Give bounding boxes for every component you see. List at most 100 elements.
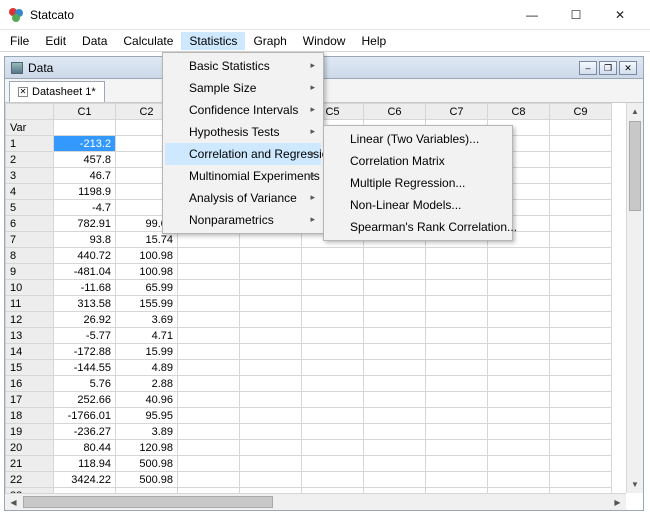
data-cell[interactable] (426, 296, 488, 312)
stats-menu-item[interactable]: Multinomial Experiments▸ (165, 165, 321, 187)
data-cell[interactable] (426, 456, 488, 472)
data-cell[interactable] (178, 392, 240, 408)
data-cell[interactable] (426, 392, 488, 408)
data-cell[interactable] (550, 248, 612, 264)
data-cell[interactable] (550, 408, 612, 424)
data-cell[interactable]: 3424.22 (54, 472, 116, 488)
column-header[interactable]: C7 (426, 104, 488, 120)
data-cell[interactable] (302, 248, 364, 264)
row-header[interactable]: 21 (6, 456, 54, 472)
data-cell[interactable] (488, 440, 550, 456)
data-cell[interactable] (178, 360, 240, 376)
data-cell[interactable] (550, 344, 612, 360)
data-cell[interactable] (426, 440, 488, 456)
data-cell[interactable] (178, 376, 240, 392)
data-cell[interactable] (550, 456, 612, 472)
data-cell[interactable] (240, 328, 302, 344)
data-cell[interactable] (178, 312, 240, 328)
data-cell[interactable] (364, 392, 426, 408)
data-cell[interactable] (426, 376, 488, 392)
data-cell[interactable] (240, 392, 302, 408)
data-cell[interactable] (240, 312, 302, 328)
data-cell[interactable] (488, 376, 550, 392)
data-cell[interactable]: -1766.01 (54, 408, 116, 424)
data-cell[interactable]: 118.94 (54, 456, 116, 472)
data-cell[interactable] (488, 456, 550, 472)
data-cell[interactable] (302, 296, 364, 312)
menu-graph[interactable]: Graph (245, 32, 294, 50)
data-cell[interactable] (178, 280, 240, 296)
data-cell[interactable] (240, 280, 302, 296)
stats-menu-item[interactable]: Confidence Intervals▸ (165, 99, 321, 121)
row-header[interactable]: 12 (6, 312, 54, 328)
row-header[interactable]: 10 (6, 280, 54, 296)
data-cell[interactable] (302, 376, 364, 392)
data-cell[interactable] (364, 360, 426, 376)
data-cell[interactable]: 40.96 (116, 392, 178, 408)
corr-menu-item[interactable]: Linear (Two Variables)... (326, 128, 510, 150)
data-cell[interactable] (240, 408, 302, 424)
close-button[interactable]: ✕ (598, 0, 642, 30)
statistics-menu[interactable]: Basic Statistics▸Sample Size▸Confidence … (162, 52, 324, 234)
data-cell[interactable]: 782.91 (54, 216, 116, 232)
grid-corner[interactable] (6, 104, 54, 120)
data-cell[interactable]: 440.72 (54, 248, 116, 264)
correlation-regression-submenu[interactable]: Linear (Two Variables)...Correlation Mat… (323, 125, 513, 241)
data-cell[interactable] (364, 312, 426, 328)
data-cell[interactable] (364, 408, 426, 424)
maximize-button[interactable]: ☐ (554, 0, 598, 30)
data-cell[interactable] (364, 280, 426, 296)
stats-menu-item[interactable]: Correlation and Regression▸ (165, 143, 321, 165)
data-cell[interactable]: 93.8 (54, 232, 116, 248)
data-cell[interactable] (488, 264, 550, 280)
data-cell[interactable]: 1198.9 (54, 184, 116, 200)
data-cell[interactable]: 500.98 (116, 472, 178, 488)
data-cell[interactable]: 95.95 (116, 408, 178, 424)
data-cell[interactable] (550, 424, 612, 440)
data-cell[interactable] (240, 440, 302, 456)
data-cell[interactable] (364, 440, 426, 456)
data-window-maximize-button[interactable]: ❐ (599, 61, 617, 75)
data-cell[interactable]: 3.69 (116, 312, 178, 328)
data-cell[interactable] (488, 328, 550, 344)
scroll-up-icon[interactable]: ▲ (627, 103, 643, 120)
stats-menu-item[interactable]: Sample Size▸ (165, 77, 321, 99)
data-cell[interactable] (178, 296, 240, 312)
menu-edit[interactable]: Edit (37, 32, 74, 50)
row-header[interactable]: 22 (6, 472, 54, 488)
data-cell[interactable] (302, 264, 364, 280)
scroll-down-icon[interactable]: ▼ (627, 476, 643, 493)
row-header[interactable]: 3 (6, 168, 54, 184)
row-header[interactable]: 17 (6, 392, 54, 408)
data-cell[interactable]: 457.8 (54, 152, 116, 168)
data-cell[interactable]: 26.92 (54, 312, 116, 328)
data-cell[interactable] (488, 360, 550, 376)
data-cell[interactable] (178, 440, 240, 456)
row-header[interactable]: 4 (6, 184, 54, 200)
menu-calculate[interactable]: Calculate (115, 32, 181, 50)
data-cell[interactable]: 5.76 (54, 376, 116, 392)
data-cell[interactable] (426, 408, 488, 424)
data-cell[interactable] (302, 424, 364, 440)
data-cell[interactable] (550, 184, 612, 200)
corr-menu-item[interactable]: Non-Linear Models... (326, 194, 510, 216)
data-window-minimize-button[interactable]: – (579, 61, 597, 75)
stats-menu-item[interactable]: Analysis of Variance▸ (165, 187, 321, 209)
data-cell[interactable] (550, 440, 612, 456)
data-cell[interactable] (302, 408, 364, 424)
data-cell[interactable] (302, 392, 364, 408)
stats-menu-item[interactable]: Basic Statistics▸ (165, 55, 321, 77)
data-cell[interactable] (364, 472, 426, 488)
row-header[interactable]: 13 (6, 328, 54, 344)
data-cell[interactable] (364, 296, 426, 312)
data-cell[interactable] (240, 264, 302, 280)
var-name-cell[interactable] (54, 120, 116, 136)
data-cell[interactable]: -144.55 (54, 360, 116, 376)
data-cell[interactable] (364, 264, 426, 280)
data-cell[interactable]: 80.44 (54, 440, 116, 456)
data-cell[interactable]: 65.99 (116, 280, 178, 296)
row-header[interactable]: 6 (6, 216, 54, 232)
data-cell[interactable] (426, 328, 488, 344)
data-cell[interactable] (426, 264, 488, 280)
corr-menu-item[interactable]: Spearman's Rank Correlation... (326, 216, 510, 238)
